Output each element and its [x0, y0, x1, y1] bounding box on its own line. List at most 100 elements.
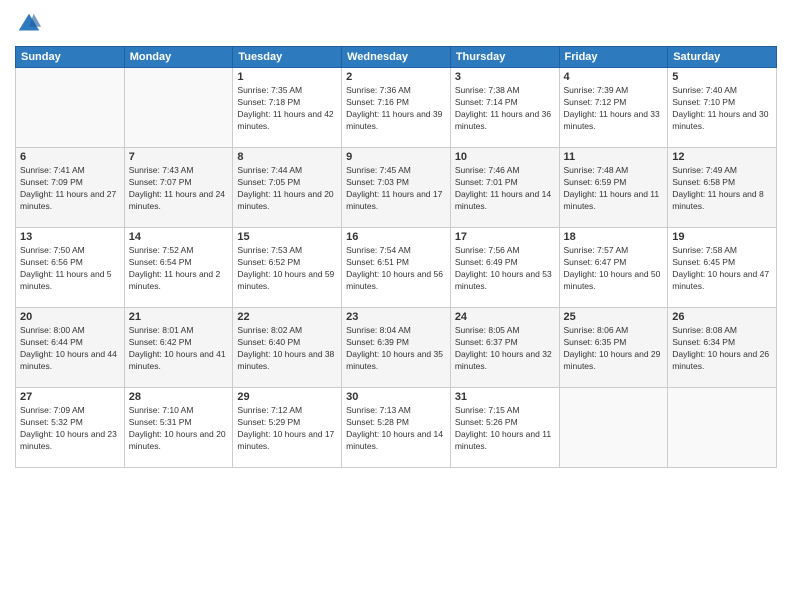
logo: [15, 10, 47, 38]
calendar-week-4: 20 Sunrise: 8:00 AM Sunset: 6:44 PM Dayli…: [16, 308, 777, 388]
calendar-cell: 2 Sunrise: 7:36 AM Sunset: 7:16 PM Daylig…: [342, 68, 451, 148]
calendar-cell: 13 Sunrise: 7:50 AM Sunset: 6:56 PM Dayli…: [16, 228, 125, 308]
day-info: Sunrise: 8:05 AM Sunset: 6:37 PM Dayligh…: [455, 325, 555, 373]
day-info: Sunrise: 7:56 AM Sunset: 6:49 PM Dayligh…: [455, 245, 555, 293]
day-info: Sunrise: 8:02 AM Sunset: 6:40 PM Dayligh…: [237, 325, 337, 373]
day-info: Sunrise: 7:48 AM Sunset: 6:59 PM Dayligh…: [564, 165, 664, 213]
day-number: 5: [672, 71, 772, 83]
day-number: 10: [455, 151, 555, 163]
day-number: 4: [564, 71, 664, 83]
calendar-cell: 15Sunrise: 7:53 AM Sunset: 6:52 PM Dayli…: [233, 228, 342, 308]
day-info: Sunrise: 7:36 AM Sunset: 7:16 PM Dayligh…: [346, 85, 446, 133]
col-saturday: Saturday: [668, 47, 777, 68]
day-info: Sunrise: 7:10 AM Sunset: 5:31 PM Dayligh…: [129, 405, 229, 453]
day-info: Sunrise: 7:09 AM Sunset: 5:32 PM Dayligh…: [20, 405, 120, 453]
calendar-cell: 21 Sunrise: 8:01 AM Sunset: 6:42 PM Dayli…: [124, 308, 233, 388]
day-info: Sunrise: 7:52 AM Sunset: 6:54 PM Dayligh…: [129, 245, 229, 293]
day-info: Sunrise: 7:49 AM Sunset: 6:58 PM Dayligh…: [672, 165, 772, 213]
calendar-cell: 16 Sunrise: 7:54 AM Sunset: 6:51 PM Dayli…: [342, 228, 451, 308]
calendar-body: 1Sunrise: 7:35 AM Sunset: 7:18 PM Daylig…: [16, 68, 777, 468]
day-info: Sunrise: 7:45 AM Sunset: 7:03 PM Dayligh…: [346, 165, 446, 213]
calendar-cell: 22 Sunrise: 8:02 AM Sunset: 6:40 PM Dayli…: [233, 308, 342, 388]
calendar-table: Sunday Monday Tuesday Wednesday Thursday…: [15, 46, 777, 468]
col-sunday: Sunday: [16, 47, 125, 68]
day-number: 7: [129, 151, 229, 163]
calendar-cell: [16, 68, 125, 148]
day-info: Sunrise: 7:43 AM Sunset: 7:07 PM Dayligh…: [129, 165, 229, 213]
day-number: 27: [20, 391, 120, 403]
day-number: 12: [672, 151, 772, 163]
day-number: 2: [346, 71, 446, 83]
day-info: Sunrise: 7:50 AM Sunset: 6:56 PM Dayligh…: [20, 245, 120, 293]
day-info: Sunrise: 7:40 AM Sunset: 7:10 PM Dayligh…: [672, 85, 772, 133]
day-info: Sunrise: 7:15 AM Sunset: 5:26 PM Dayligh…: [455, 405, 555, 453]
calendar-cell: 23 Sunrise: 8:04 AM Sunset: 6:39 PM Dayli…: [342, 308, 451, 388]
col-tuesday: Tuesday: [233, 47, 342, 68]
col-monday: Monday: [124, 47, 233, 68]
calendar-week-1: 1Sunrise: 7:35 AM Sunset: 7:18 PM Daylig…: [16, 68, 777, 148]
calendar-cell: 31 Sunrise: 7:15 AM Sunset: 5:26 PM Dayli…: [450, 388, 559, 468]
calendar-cell: 26Sunrise: 8:08 AM Sunset: 6:34 PM Dayli…: [668, 308, 777, 388]
day-number: 21: [129, 311, 229, 323]
day-number: 14: [129, 231, 229, 243]
day-number: 11: [564, 151, 664, 163]
day-number: 28: [129, 391, 229, 403]
day-number: 29: [237, 391, 337, 403]
calendar-cell: 10 Sunrise: 7:46 AM Sunset: 7:01 PM Dayli…: [450, 148, 559, 228]
calendar-cell: [559, 388, 668, 468]
calendar-header: Sunday Monday Tuesday Wednesday Thursday…: [16, 47, 777, 68]
calendar-week-5: 27 Sunrise: 7:09 AM Sunset: 5:32 PM Dayli…: [16, 388, 777, 468]
day-info: Sunrise: 7:13 AM Sunset: 5:28 PM Dayligh…: [346, 405, 446, 453]
day-info: Sunrise: 8:06 AM Sunset: 6:35 PM Dayligh…: [564, 325, 664, 373]
day-info: Sunrise: 8:01 AM Sunset: 6:42 PM Dayligh…: [129, 325, 229, 373]
calendar-cell: 5 Sunrise: 7:40 AM Sunset: 7:10 PM Daylig…: [668, 68, 777, 148]
calendar-cell: 20 Sunrise: 8:00 AM Sunset: 6:44 PM Dayli…: [16, 308, 125, 388]
day-info: Sunrise: 8:00 AM Sunset: 6:44 PM Dayligh…: [20, 325, 120, 373]
day-info: Sunrise: 7:53 AM Sunset: 6:52 PM Dayligh…: [237, 245, 337, 293]
day-number: 18: [564, 231, 664, 243]
calendar-cell: 9 Sunrise: 7:45 AM Sunset: 7:03 PM Daylig…: [342, 148, 451, 228]
calendar-cell: 1Sunrise: 7:35 AM Sunset: 7:18 PM Daylig…: [233, 68, 342, 148]
calendar-cell: 30 Sunrise: 7:13 AM Sunset: 5:28 PM Dayli…: [342, 388, 451, 468]
calendar-cell: 8Sunrise: 7:44 AM Sunset: 7:05 PM Daylig…: [233, 148, 342, 228]
day-number: 6: [20, 151, 120, 163]
day-number: 30: [346, 391, 446, 403]
day-info: Sunrise: 7:35 AM Sunset: 7:18 PM Dayligh…: [237, 85, 337, 133]
calendar-cell: 7 Sunrise: 7:43 AM Sunset: 7:07 PM Daylig…: [124, 148, 233, 228]
calendar-cell: 12 Sunrise: 7:49 AM Sunset: 6:58 PM Dayli…: [668, 148, 777, 228]
day-info: Sunrise: 8:04 AM Sunset: 6:39 PM Dayligh…: [346, 325, 446, 373]
calendar-cell: 11 Sunrise: 7:48 AM Sunset: 6:59 PM Dayli…: [559, 148, 668, 228]
calendar-cell: 14 Sunrise: 7:52 AM Sunset: 6:54 PM Dayli…: [124, 228, 233, 308]
day-number: 16: [346, 231, 446, 243]
col-thursday: Thursday: [450, 47, 559, 68]
day-number: 13: [20, 231, 120, 243]
day-number: 25: [564, 311, 664, 323]
calendar-week-2: 6 Sunrise: 7:41 AM Sunset: 7:09 PM Daylig…: [16, 148, 777, 228]
calendar-cell: 28 Sunrise: 7:10 AM Sunset: 5:31 PM Dayli…: [124, 388, 233, 468]
day-info: Sunrise: 7:46 AM Sunset: 7:01 PM Dayligh…: [455, 165, 555, 213]
header-row: Sunday Monday Tuesday Wednesday Thursday…: [16, 47, 777, 68]
calendar-cell: 17Sunrise: 7:56 AM Sunset: 6:49 PM Dayli…: [450, 228, 559, 308]
day-number: 3: [455, 71, 555, 83]
day-number: 31: [455, 391, 555, 403]
day-info: Sunrise: 7:38 AM Sunset: 7:14 PM Dayligh…: [455, 85, 555, 133]
calendar-cell: 19Sunrise: 7:58 AM Sunset: 6:45 PM Dayli…: [668, 228, 777, 308]
day-number: 24: [455, 311, 555, 323]
day-info: Sunrise: 7:57 AM Sunset: 6:47 PM Dayligh…: [564, 245, 664, 293]
day-number: 9: [346, 151, 446, 163]
day-number: 23: [346, 311, 446, 323]
logo-icon: [15, 10, 43, 38]
col-friday: Friday: [559, 47, 668, 68]
day-info: Sunrise: 7:54 AM Sunset: 6:51 PM Dayligh…: [346, 245, 446, 293]
calendar-cell: [668, 388, 777, 468]
day-info: Sunrise: 7:58 AM Sunset: 6:45 PM Dayligh…: [672, 245, 772, 293]
day-number: 20: [20, 311, 120, 323]
calendar-cell: 29 Sunrise: 7:12 AM Sunset: 5:29 PM Dayli…: [233, 388, 342, 468]
day-number: 26: [672, 311, 772, 323]
day-info: Sunrise: 7:12 AM Sunset: 5:29 PM Dayligh…: [237, 405, 337, 453]
day-number: 22: [237, 311, 337, 323]
day-info: Sunrise: 7:41 AM Sunset: 7:09 PM Dayligh…: [20, 165, 120, 213]
calendar-cell: [124, 68, 233, 148]
calendar-week-3: 13 Sunrise: 7:50 AM Sunset: 6:56 PM Dayli…: [16, 228, 777, 308]
header: [15, 10, 777, 38]
